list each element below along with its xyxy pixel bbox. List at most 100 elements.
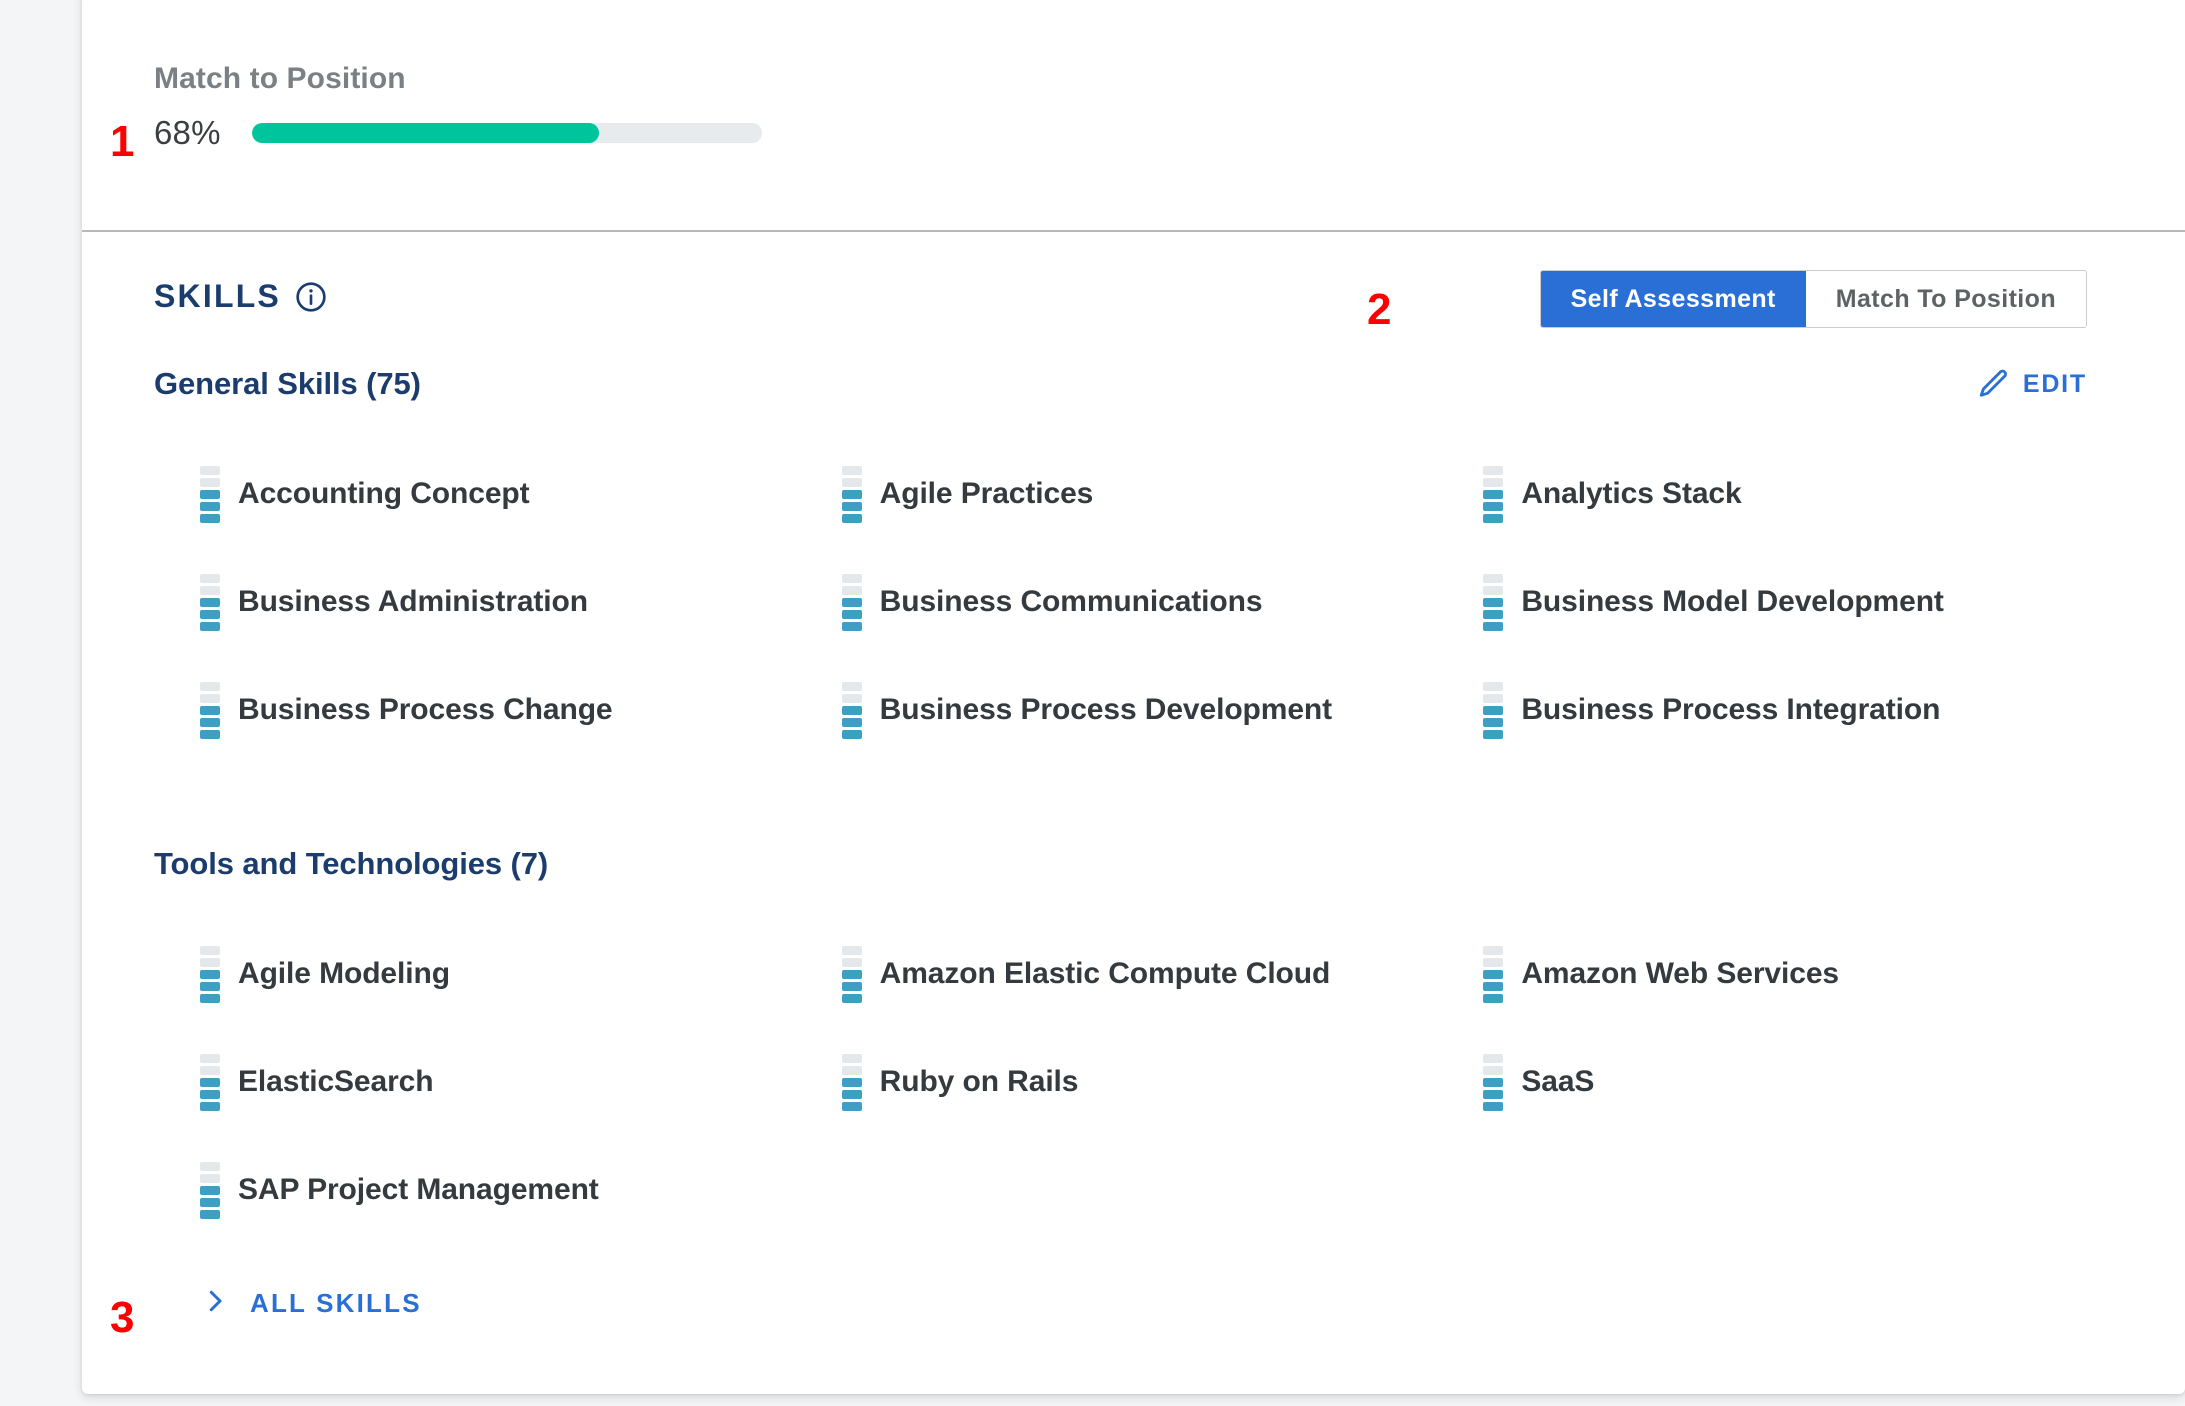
general-skills-header: General Skills (75) EDIT: [82, 366, 2185, 402]
skill-item[interactable]: Business Administration: [200, 548, 842, 656]
skill-level-segment: [841, 477, 862, 487]
skills-title: SKILLS: [154, 278, 281, 314]
all-skills-label: ALL SKILLS: [250, 1288, 422, 1318]
skill-item[interactable]: Business Model Development: [1483, 548, 2125, 656]
match-progress-fill: [252, 123, 599, 143]
chevron-right-icon: [200, 1286, 230, 1321]
skill-level-segment: [841, 1053, 862, 1063]
pencil-icon: [1977, 367, 2011, 401]
skill-name: ElasticSearch: [238, 1065, 434, 1098]
skill-level-segment: [841, 609, 862, 619]
skill-level-segment: [841, 1065, 862, 1075]
skill-item[interactable]: Business Communications: [841, 548, 1484, 656]
skill-level-segment: [200, 1101, 220, 1111]
skill-level-segment: [841, 513, 862, 523]
skill-level-segment: [1483, 1077, 1504, 1087]
skill-level-bar-icon: [1483, 681, 1504, 739]
skill-level-segment: [841, 489, 862, 499]
tools-technologies-grid: Agile Modeling Amazon Elastic Compute Clo…: [82, 920, 2185, 1244]
skill-name: Accounting Concept: [238, 477, 530, 510]
skill-name: Business Model Development: [1521, 585, 1944, 618]
skill-level-segment: [1483, 1053, 1504, 1063]
skills-title-group: SKILLS: [154, 278, 327, 315]
skill-name: Business Process Change: [238, 693, 613, 726]
skill-item[interactable]: ElasticSearch: [200, 1028, 842, 1136]
skill-level-segment: [200, 1173, 220, 1183]
skill-level-segment: [200, 693, 220, 703]
skill-name: Amazon Web Services: [1521, 957, 1839, 990]
skill-level-bar-icon: [1483, 1053, 1504, 1111]
skill-level-segment: [1483, 465, 1504, 475]
skill-level-segment: [841, 621, 862, 631]
skill-level-segment: [841, 585, 862, 595]
skill-level-bar-icon: [1483, 573, 1504, 631]
skill-name: Amazon Elastic Compute Cloud: [879, 957, 1331, 990]
general-skills-title: General Skills (75): [154, 366, 421, 401]
skill-item[interactable]: Amazon Web Services: [1483, 920, 2125, 1028]
skill-level-segment: [200, 1185, 220, 1195]
skill-level-segment: [1483, 993, 1504, 1003]
skill-level-segment: [841, 981, 862, 991]
skill-name: Business Process Development: [879, 693, 1333, 726]
skill-level-segment: [841, 945, 862, 955]
skill-item[interactable]: Ruby on Rails: [841, 1028, 1484, 1136]
skill-item[interactable]: Accounting Concept: [200, 440, 842, 548]
match-progress-track: [252, 123, 762, 143]
skill-level-segment: [1483, 609, 1504, 619]
skill-level-segment: [1483, 681, 1504, 691]
skill-level-segment: [200, 993, 220, 1003]
skill-item[interactable]: Business Process Change: [200, 656, 842, 764]
skill-item[interactable]: Agile Practices: [841, 440, 1484, 548]
skill-level-segment: [1483, 693, 1504, 703]
skill-level-segment: [200, 621, 220, 631]
skill-level-segment: [200, 945, 220, 955]
info-circle-icon[interactable]: [295, 281, 327, 313]
toggle-match-to-position[interactable]: Match To Position: [1805, 271, 2086, 327]
skill-level-segment: [841, 501, 862, 511]
skill-level-bar-icon: [841, 945, 862, 1003]
skill-level-bar-icon: [841, 573, 862, 631]
skill-level-segment: [1483, 957, 1504, 967]
skill-item[interactable]: SAP Project Management: [200, 1136, 842, 1244]
skill-level-segment: [200, 957, 220, 967]
skill-item[interactable]: Business Process Development: [841, 656, 1484, 764]
skills-view-toggle[interactable]: Self Assessment Match To Position: [1539, 270, 2087, 328]
skill-item[interactable]: Business Process Integration: [1483, 656, 2125, 764]
skill-level-segment: [200, 573, 220, 583]
skills-header: SKILLS Self Assessment Match To Position: [82, 230, 2185, 360]
skill-name: Business Communications: [879, 585, 1263, 618]
skill-level-segment: [1483, 717, 1504, 727]
skill-level-segment: [200, 1077, 220, 1087]
skill-item[interactable]: Analytics Stack: [1483, 440, 2125, 548]
match-to-position-section: Match to Position 68%: [82, 0, 2185, 230]
skill-level-segment: [200, 489, 220, 499]
skill-level-segment: [200, 585, 220, 595]
skill-level-segment: [1483, 1065, 1504, 1075]
skill-level-segment: [841, 597, 862, 607]
all-skills-link[interactable]: ALL SKILLS: [82, 1286, 2185, 1321]
match-percent-value: 68%: [154, 114, 221, 151]
skill-level-segment: [1483, 585, 1504, 595]
skill-level-segment: [841, 729, 862, 739]
skill-level-bar-icon: [841, 465, 862, 523]
annotation-marker-3: 3: [110, 1293, 135, 1342]
edit-general-skills-button[interactable]: EDIT: [1977, 367, 2087, 401]
toggle-self-assessment[interactable]: Self Assessment: [1540, 271, 1806, 327]
annotation-marker-1: 1: [110, 117, 135, 166]
tools-technologies-header: Tools and Technologies (7): [82, 846, 2185, 882]
skill-level-bar-icon: [200, 573, 220, 631]
skill-name: Ruby on Rails: [879, 1065, 1079, 1098]
skill-level-segment: [1483, 729, 1504, 739]
skill-item[interactable]: SaaS: [1483, 1028, 2125, 1136]
skill-level-segment: [1483, 573, 1504, 583]
skill-item[interactable]: Agile Modeling: [200, 920, 842, 1028]
skill-item[interactable]: Amazon Elastic Compute Cloud: [841, 920, 1484, 1028]
skill-name: SaaS: [1521, 1065, 1595, 1098]
match-to-position-progress-row: 68%: [154, 114, 762, 152]
skill-level-bar-icon: [200, 945, 220, 1003]
skill-level-segment: [200, 969, 220, 979]
skill-level-bar-icon: [200, 681, 220, 739]
skill-name: Agile Practices: [879, 477, 1094, 510]
skill-level-segment: [200, 609, 220, 619]
skill-level-segment: [1483, 489, 1504, 499]
